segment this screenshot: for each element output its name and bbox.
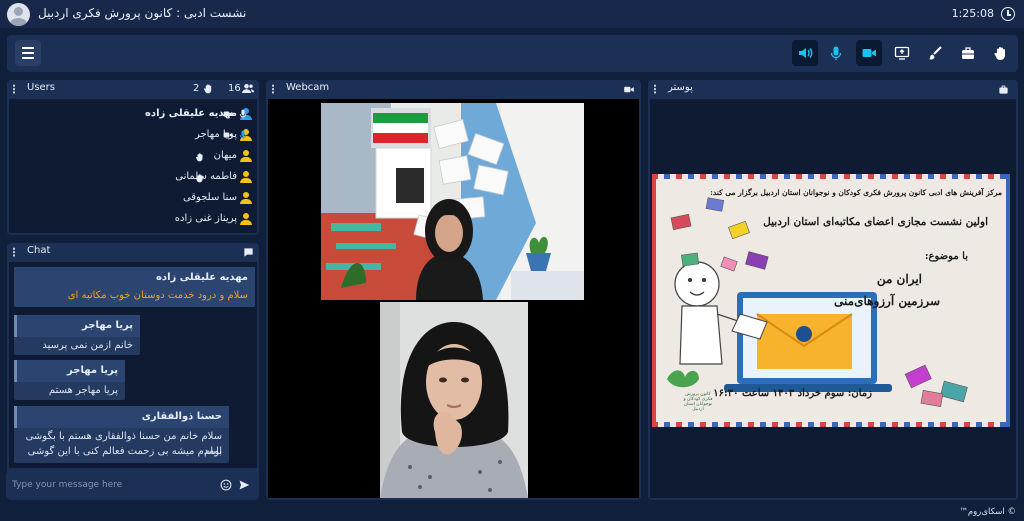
users-panel-header: Users 2 16 <box>7 80 259 98</box>
user-role-icon <box>240 191 252 205</box>
user-name: میهان <box>213 150 237 161</box>
clock-icon <box>1001 7 1015 21</box>
poster-topic-label: با موضوع: <box>924 251 968 262</box>
camera-icon <box>223 111 233 117</box>
emoji-icon[interactable] <box>220 479 232 491</box>
users-list: مهدیه علیقلی زاده پریا مهاجر میهان فاطمه… <box>9 99 257 233</box>
users-count: 16 <box>228 83 241 94</box>
top-bar: نشست ادبی : کانون پرورش فکری اردبیل 1:25… <box>0 0 1024 28</box>
speaker-icon[interactable] <box>792 40 818 66</box>
camera-icon[interactable] <box>856 40 882 66</box>
poster-topic-2: سرزمین آرزوهای‌منی <box>834 294 940 308</box>
user-row[interactable]: پریناز غنی زاده <box>9 210 257 230</box>
microphone-icon <box>239 109 247 119</box>
raise-hand-icon <box>195 174 203 183</box>
event-poster: مرکز آفرینش های ادبی کانون پرورش فکری کو… <box>652 174 1010 427</box>
message-sender: حسنا ذوالفقاری <box>14 406 229 428</box>
microphone-icon <box>239 130 247 140</box>
user-row[interactable]: میهان <box>9 147 257 167</box>
microphone-icon[interactable] <box>823 40 849 66</box>
toolbar <box>7 35 1018 72</box>
poster-logo-caption: کانون پرورش فکری کودکان و نوجوانان استان… <box>683 392 713 412</box>
webcam-panel: Webcam <box>266 80 641 500</box>
raise-hand-icon <box>195 153 203 162</box>
avatar[interactable] <box>7 3 30 26</box>
poster-panel: پوستر مرکز آفرینش های ادبی کانون پرورش ف… <box>648 80 1018 500</box>
hamburger-icon[interactable] <box>15 40 41 66</box>
poster-datetime: زمان: سوم خرداد ۱۴۰۳ ساعت ۱۶:۳۰ <box>713 388 872 399</box>
user-role-icon <box>240 212 252 226</box>
chat-messages: مهدیه علیقلی زاده سلام و درود خدمت دوستا… <box>9 262 257 468</box>
raise-hand-icon[interactable] <box>988 40 1014 66</box>
briefcase-icon[interactable] <box>955 40 981 66</box>
user-role-icon <box>240 149 252 163</box>
user-name: پریناز غنی زاده <box>174 213 237 224</box>
users-panel: Users 2 16 مهدیه علیقلی زاده پریا مهاجر … <box>7 80 259 235</box>
room-title: نشست ادبی : کانون پرورش فکری اردبیل <box>38 6 247 20</box>
camera-icon <box>624 86 634 93</box>
chat-panel-header: Chat <box>7 243 259 261</box>
session-timer: 1:25:08 <box>951 7 994 20</box>
user-row[interactable]: سنا سلجوقی <box>9 189 257 209</box>
hands-count: 2 <box>193 83 200 94</box>
user-name: سنا سلجوقی <box>182 192 237 203</box>
user-name: فاطمه سلمانی <box>175 171 237 182</box>
webcam-feed-teacher <box>321 103 584 300</box>
chat-message: پریا مهاجر خانم ازمن نمی پرسید <box>14 315 140 355</box>
message-sender: پریا مهاجر <box>14 360 125 382</box>
message-text: خانم ازمن نمی پرسید <box>42 340 133 351</box>
poster-panel-title: پوستر <box>668 82 693 93</box>
kebab-menu-icon[interactable] <box>654 84 656 94</box>
camera-icon <box>223 132 233 138</box>
brush-icon[interactable] <box>922 40 948 66</box>
poster-headline: اولین نشست مجازی اعضای مکاتبه‌ای استان ا… <box>763 216 988 228</box>
webcam-panel-header: Webcam <box>266 80 641 98</box>
poster-topic-1: ایران من <box>876 272 922 286</box>
message-text: پریا مهاجر هستم <box>48 385 118 396</box>
screen-share-icon[interactable] <box>889 40 915 66</box>
poster-area: مرکز آفرینش های ادبی کانون پرورش فکری کو… <box>650 99 1016 498</box>
raised-hands-icon <box>204 84 212 94</box>
chat-message: مهدیه علیقلی زاده سلام و درود خدمت دوستا… <box>14 267 255 307</box>
users-icon <box>242 84 254 93</box>
message-text: سلام و درود خدمت دوستان خوب مکاتبه ای <box>67 290 248 301</box>
chat-panel: Chat مهدیه علیقلی زاده سلام و درود خدمت … <box>7 243 259 500</box>
message-sender: پریا مهاجر <box>14 315 140 337</box>
webcam-area <box>268 99 639 498</box>
user-row[interactable]: فاطمه سلمانی <box>9 168 257 188</box>
chat-message-input[interactable] <box>12 478 212 492</box>
webcam-feed-student <box>380 302 528 498</box>
kebab-menu-icon[interactable] <box>13 247 15 257</box>
chat-message: پریا مهاجر پریا مهاجر هستم <box>14 360 125 400</box>
chat-panel-title: Chat <box>27 245 51 256</box>
webcam-panel-title: Webcam <box>286 82 330 93</box>
message-text: اومدم میشه بی زحمت فعالم کنی با این گوشی <box>27 446 222 457</box>
user-role-icon <box>240 170 252 184</box>
brand-footer: © اسکای‌روم™ <box>959 507 1016 517</box>
chat-icon <box>244 248 253 257</box>
send-icon[interactable] <box>238 479 250 491</box>
user-row[interactable]: مهدیه علیقلی زاده <box>9 105 257 125</box>
user-row[interactable]: پریا مهاجر <box>9 126 257 146</box>
message-sender: مهدیه علیقلی زاده <box>14 267 255 289</box>
kebab-menu-icon[interactable] <box>13 84 15 94</box>
users-panel-title: Users <box>27 82 56 93</box>
poster-org-line: مرکز آفرینش های ادبی کانون پرورش فکری کو… <box>710 188 1002 197</box>
chat-input-bar <box>6 472 256 498</box>
poster-panel-header: پوستر <box>648 80 1018 98</box>
chat-message: حسنا ذوالفقاری سلام خانم من حسنا ذوالفقا… <box>14 406 229 463</box>
briefcase-icon <box>999 85 1008 94</box>
kebab-menu-icon[interactable] <box>272 84 274 94</box>
